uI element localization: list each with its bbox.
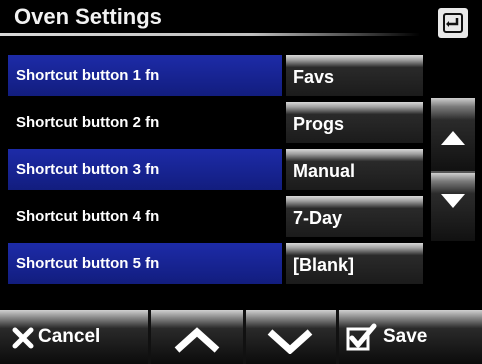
- checkbox-check-icon: [346, 323, 377, 351]
- settings-row[interactable]: Shortcut button 4 fn 7-Day: [8, 196, 423, 237]
- footer-toolbar: Cancel Save: [0, 310, 482, 364]
- back-return-icon: [443, 13, 463, 33]
- page-up-button[interactable]: [151, 310, 243, 364]
- setting-label: Shortcut button 3 fn: [8, 149, 282, 190]
- settings-row[interactable]: Shortcut button 2 fn Progs: [8, 102, 423, 143]
- setting-label: Shortcut button 1 fn: [8, 55, 282, 96]
- setting-value-button[interactable]: Progs: [286, 102, 423, 143]
- triangle-down-icon: [441, 194, 465, 208]
- save-label: Save: [383, 326, 428, 347]
- setting-label: Shortcut button 4 fn: [16, 208, 160, 225]
- page-title: Oven Settings: [14, 4, 162, 29]
- x-icon: [12, 327, 34, 349]
- chevron-up-icon: [174, 327, 220, 353]
- setting-label: Shortcut button 5 fn: [8, 243, 282, 284]
- setting-value-button[interactable]: [Blank]: [286, 243, 423, 284]
- settings-row[interactable]: Shortcut button 5 fn [Blank]: [8, 243, 423, 284]
- scroll-up-button[interactable]: [431, 98, 475, 173]
- setting-value-button[interactable]: Favs: [286, 55, 423, 96]
- setting-label: Shortcut button 2 fn: [16, 114, 160, 131]
- title-underline: [0, 33, 420, 36]
- header: Oven Settings: [0, 0, 482, 44]
- settings-row[interactable]: Shortcut button 3 fn Manual: [8, 149, 423, 190]
- page-down-button[interactable]: [246, 310, 336, 364]
- setting-value-button[interactable]: Manual: [286, 149, 423, 190]
- triangle-up-icon: [441, 131, 465, 145]
- back-button[interactable]: [438, 8, 468, 38]
- cancel-label: Cancel: [38, 326, 101, 347]
- chevron-down-icon: [267, 329, 313, 354]
- setting-value-button[interactable]: 7-Day: [286, 196, 423, 237]
- save-button[interactable]: Save: [339, 310, 482, 364]
- cancel-button[interactable]: Cancel: [0, 310, 148, 364]
- scroll-down-button[interactable]: [431, 173, 475, 241]
- settings-row[interactable]: Shortcut button 1 fn Favs: [8, 55, 423, 96]
